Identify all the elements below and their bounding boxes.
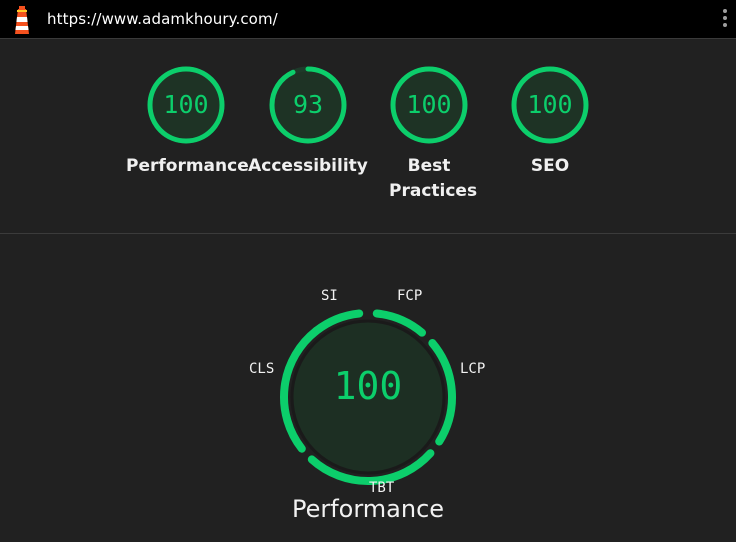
performance-title: Performance <box>291 495 445 523</box>
performance-score: 100 <box>333 364 403 408</box>
metric-label-si: SI <box>321 288 338 304</box>
gauge-accessibility[interactable]: 93 Accessibility <box>248 65 368 179</box>
gauge-label: Accessibility <box>248 156 368 176</box>
category-summary: 100 Performance 93 Accessibility 100 Bes… <box>0 40 736 233</box>
metric-label-fcp: FCP <box>397 288 423 304</box>
performance-detail: 100 SI FCP LCP TBT CLS Performance <box>0 234 736 542</box>
gauge-label: SEO <box>530 156 570 176</box>
gauge-score: 100 <box>527 90 573 119</box>
kebab-menu-icon[interactable] <box>720 9 730 33</box>
metric-label-lcp: LCP <box>460 361 486 377</box>
metric-label-tbt: TBT <box>369 480 395 496</box>
lighthouse-icon[interactable] <box>11 5 33 35</box>
gauge-score: 100 <box>163 90 209 119</box>
page-url[interactable]: https://www.adamkhoury.com/ <box>47 10 278 28</box>
gauge-score: 93 <box>292 90 324 119</box>
gauge-seo[interactable]: 100 SEO <box>490 65 610 179</box>
gauge-best-practices[interactable]: 100 Best Practices <box>369 65 489 204</box>
browser-address-bar: https://www.adamkhoury.com/ <box>0 0 736 39</box>
metric-label-cls: CLS <box>249 361 275 377</box>
gauge-label: Performance <box>126 156 249 176</box>
gauge-performance[interactable]: 100 Performance <box>126 65 249 179</box>
gauge-score: 100 <box>406 90 452 119</box>
gauge-label: Best Practices <box>389 156 478 201</box>
